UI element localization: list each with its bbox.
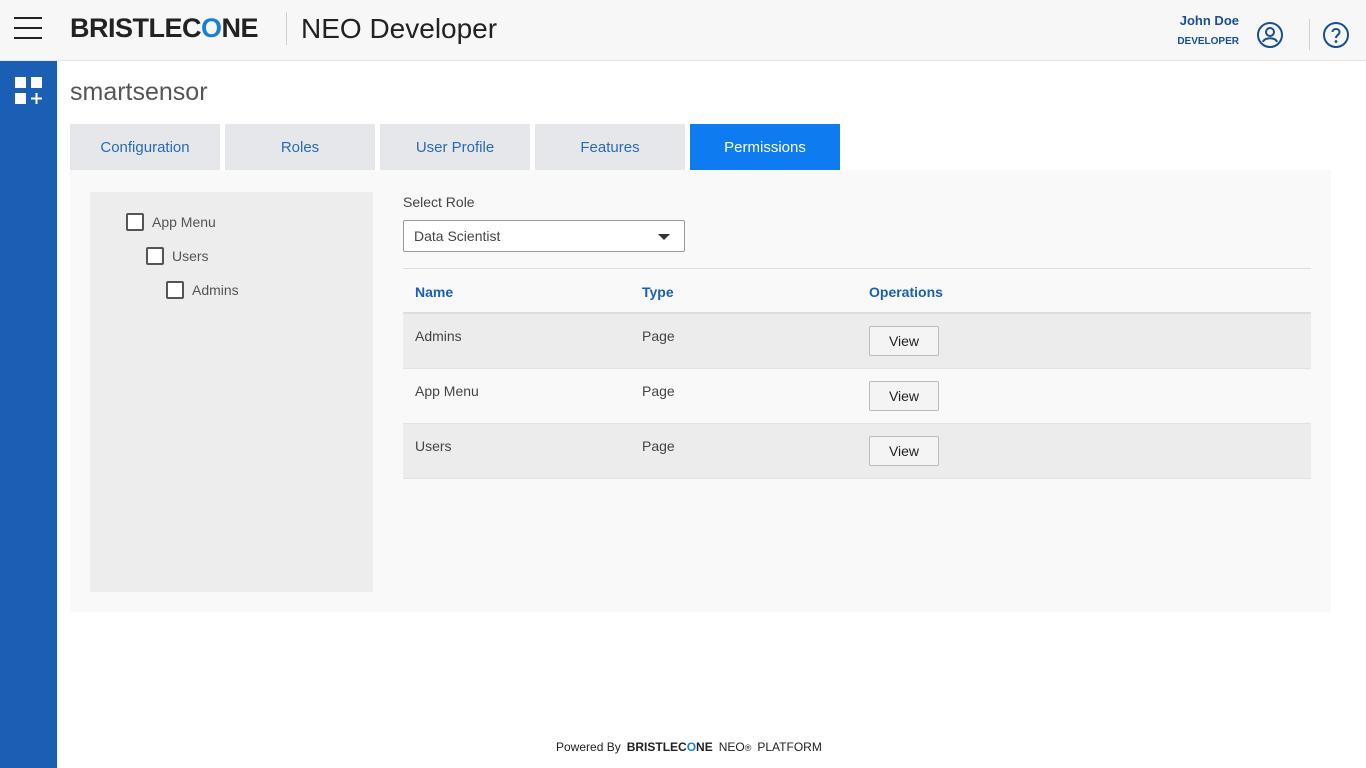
permissions-panel: App Menu Users Admins Select Role Data S…: [70, 170, 1331, 612]
tree-item-label: App Menu: [152, 214, 216, 230]
permission-tree: App Menu Users Admins: [90, 192, 373, 592]
footer-neo: NEO: [718, 740, 745, 754]
tab-configuration[interactable]: Configuration: [70, 124, 220, 170]
table-header: Name Type Operations: [403, 268, 1311, 314]
tab-features[interactable]: Features: [535, 124, 685, 170]
footer: Powered By BRISTLECONE NEO ® PLATFORM: [556, 740, 822, 754]
footer-platform: PLATFORM: [757, 740, 822, 754]
tree-item-label: Admins: [192, 282, 239, 298]
view-button[interactable]: View: [869, 326, 939, 356]
footer-brand-logo: BRISTLECONE: [626, 740, 713, 754]
page-title: smartsensor: [70, 78, 208, 106]
dropdown-caret-icon: [658, 234, 670, 240]
cell-name: Admins: [415, 328, 462, 344]
app-title: NEO Developer: [301, 13, 498, 44]
table-row: Admins Page View: [403, 314, 1311, 369]
cell-type: Page: [642, 383, 675, 399]
tab-roles[interactable]: Roles: [225, 124, 375, 170]
permissions-table: Name Type Operations Admins Page View Ap…: [403, 268, 1311, 479]
cell-name: Users: [415, 438, 452, 454]
tree-item-label: Users: [172, 248, 209, 264]
view-button[interactable]: View: [869, 436, 939, 466]
menu-icon[interactable]: [14, 17, 42, 39]
cell-type: Page: [642, 438, 675, 454]
apps-add-icon[interactable]: [14, 76, 44, 106]
help-icon[interactable]: [1322, 21, 1350, 49]
registered-mark: ®: [744, 743, 752, 753]
role-select-value: Data Scientist: [414, 228, 501, 244]
tree-item-users[interactable]: Users: [146, 247, 209, 265]
table-row: Users Page View: [403, 424, 1311, 479]
column-header-type[interactable]: Type: [642, 284, 674, 300]
user-role: DEVELOPER: [1177, 36, 1239, 47]
select-role-label: Select Role: [403, 194, 475, 210]
tab-bar: Configuration Roles User Profile Feature…: [70, 124, 845, 170]
tab-user-profile[interactable]: User Profile: [380, 124, 530, 170]
header-divider-right: [1309, 19, 1310, 50]
role-select[interactable]: Data Scientist: [403, 220, 685, 252]
left-rail: [0, 61, 57, 768]
checkbox[interactable]: [166, 281, 184, 299]
powered-by-label: Powered By: [556, 740, 621, 754]
view-button[interactable]: View: [869, 381, 939, 411]
tree-item-app-menu[interactable]: App Menu: [126, 213, 216, 231]
column-header-name[interactable]: Name: [415, 284, 453, 300]
cell-name: App Menu: [415, 383, 479, 399]
top-header: BRISTLECONE NEO Developer John Doe DEVEL…: [0, 0, 1366, 61]
checkbox[interactable]: [146, 247, 164, 265]
user-name: John Doe: [1179, 13, 1239, 28]
tree-item-admins[interactable]: Admins: [166, 281, 239, 299]
user-avatar-icon[interactable]: [1256, 21, 1284, 49]
table-row: App Menu Page View: [403, 369, 1311, 424]
header-divider: [286, 12, 287, 45]
column-header-operations: Operations: [869, 284, 943, 300]
bristlecone-logo: BRISTLECONE: [70, 13, 259, 43]
cell-type: Page: [642, 328, 675, 344]
checkbox[interactable]: [126, 213, 144, 231]
tab-permissions[interactable]: Permissions: [690, 124, 840, 170]
